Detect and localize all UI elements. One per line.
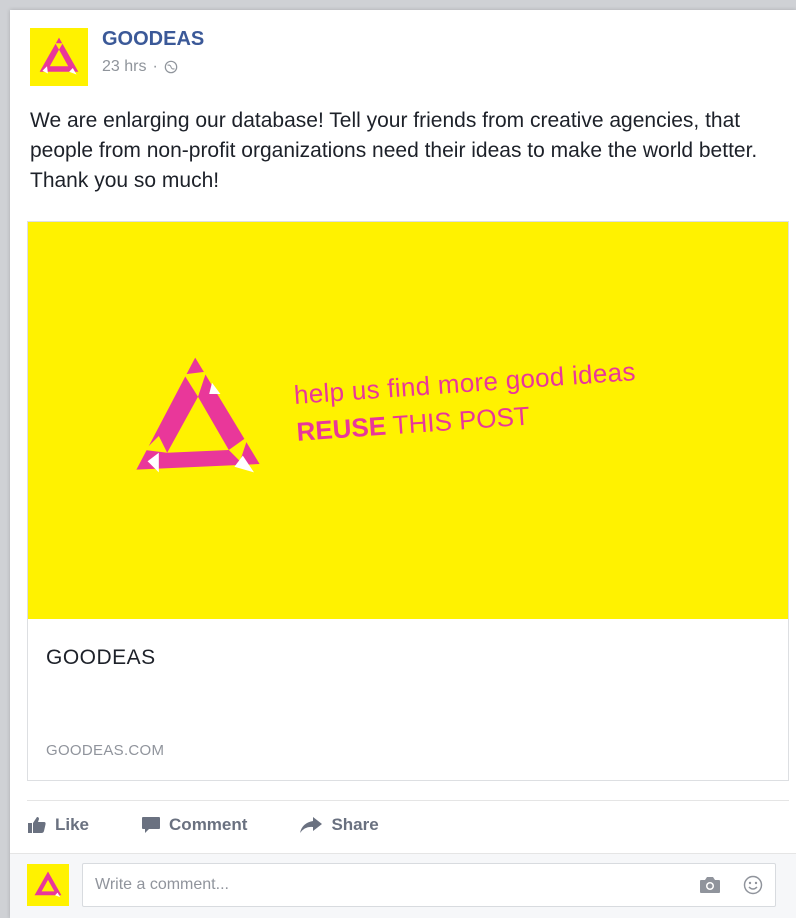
page-name-link[interactable]: GOODEAS — [102, 28, 204, 51]
banner-text: help us find more good ideas REUSE THIS … — [293, 356, 639, 448]
link-title[interactable]: GOODEAS — [46, 646, 156, 670]
share-arrow-icon — [300, 817, 323, 833]
comment-bar: Write a comment... — [10, 853, 796, 918]
link-preview-image[interactable]: help us find more good ideas REUSE THIS … — [28, 222, 788, 619]
share-button[interactable]: Share — [299, 815, 379, 835]
share-label: Share — [331, 815, 379, 834]
post-timestamp[interactable]: 23 hrs — [102, 58, 146, 76]
commenter-avatar[interactable] — [27, 864, 69, 906]
camera-icon[interactable] — [699, 876, 721, 894]
comment-icon — [142, 817, 161, 833]
comment-label: Comment — [169, 815, 248, 834]
comment-input[interactable]: Write a comment... — [82, 863, 776, 907]
link-domain: GOODEAS.COM — [46, 742, 165, 759]
meta-separator: · — [152, 58, 158, 75]
like-button[interactable]: Like — [27, 815, 89, 835]
comment-button[interactable]: Comment — [141, 815, 247, 835]
recycle-logo-icon — [39, 37, 79, 75]
page-avatar[interactable] — [30, 28, 88, 86]
recycle-logo-icon — [34, 871, 62, 898]
post-card: GOODEAS 23 hrs · We are enlarging our da… — [10, 10, 796, 918]
thumbs-up-icon — [28, 817, 46, 833]
post-meta: 23 hrs · — [102, 58, 178, 76]
like-label: Like — [55, 815, 90, 834]
action-divider — [27, 800, 789, 801]
emoji-icon[interactable] — [743, 875, 763, 895]
recycle-logo-icon — [136, 357, 260, 473]
comment-placeholder: Write a comment... — [95, 876, 229, 893]
globe-icon[interactable] — [164, 60, 178, 74]
banner-cta-rest: THIS POST — [384, 400, 531, 441]
banner-cta-bold: REUSE — [295, 410, 388, 447]
post-actions: Like Comment Share — [27, 814, 379, 836]
link-preview[interactable]: help us find more good ideas REUSE THIS … — [27, 221, 789, 781]
comment-input-icons — [699, 875, 763, 895]
post-text: We are enlarging our database! Tell your… — [30, 109, 758, 192]
